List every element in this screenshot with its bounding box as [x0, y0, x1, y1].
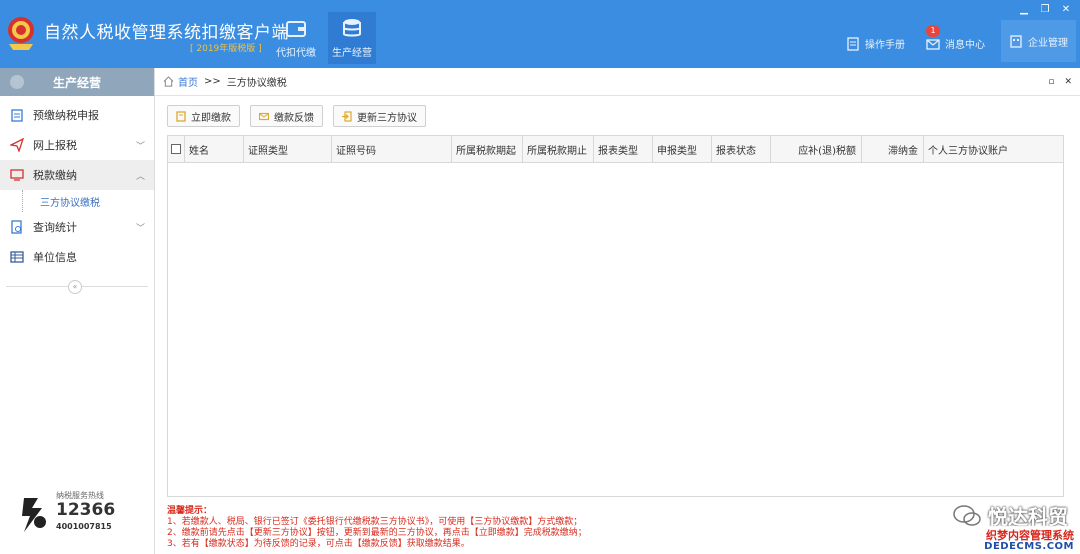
- sidebar-item-label: 预缴纳税申报: [33, 109, 99, 122]
- import-icon: [342, 110, 352, 122]
- service-hotline: 纳税服务热线 12366 4001007815: [18, 490, 138, 540]
- message-count-badge: 1: [926, 25, 940, 37]
- hotline-number-secondary: 4001007815: [56, 522, 112, 531]
- column-header[interactable]: 报表状态: [712, 136, 771, 162]
- sidebar-item-online-filing[interactable]: 网上报税 ﹀: [0, 130, 154, 160]
- enterprise-label: 企业管理: [1028, 37, 1068, 49]
- tab-production-label: 生产经营: [332, 48, 372, 59]
- sidebar-item-prepay-declare[interactable]: 预缴纳税申报: [0, 100, 154, 130]
- breadcrumb-current: 三方协议缴税: [226, 78, 287, 89]
- building-icon: [1010, 35, 1022, 48]
- tips-panel: 温馨提示： 1、若缴款人、税局、银行已签订《委托银行代缴税款三方协议书》，可使用…: [167, 506, 727, 550]
- column-header[interactable]: 个人三方协议账户: [924, 136, 1063, 162]
- column-header[interactable]: 滞纳金: [862, 136, 924, 162]
- payment-feedback-label: 缴款反馈: [274, 112, 314, 124]
- home-icon: [163, 76, 174, 87]
- wechat-icon: [953, 504, 981, 526]
- document-icon: [847, 36, 859, 51]
- close-icon[interactable]: ✕: [1060, 4, 1072, 15]
- panel-controls: ▫ ✕: [1048, 77, 1072, 87]
- mail-icon: [926, 38, 940, 50]
- main-content: 首页 >> 三方协议缴税 ▫ ✕ 立即缴款 缴款反馈 更新三方协议 姓名 证照类…: [155, 68, 1080, 554]
- site-watermark-domain: DEDECMS.COM: [984, 541, 1074, 552]
- breadcrumb-separator: >>: [204, 76, 221, 87]
- sidebar-divider: «: [6, 280, 148, 298]
- sidebar-item-label: 税款缴纳: [33, 169, 77, 182]
- sidebar-subitem-tripartite[interactable]: 三方协议缴税: [0, 190, 154, 212]
- enterprise-button[interactable]: 企业管理: [1001, 20, 1076, 62]
- column-header[interactable]: 证照号码: [332, 136, 452, 162]
- column-header[interactable]: 所属税款期起: [452, 136, 523, 162]
- tips-title: 温馨提示：: [167, 506, 213, 516]
- app-window: 自然人税收管理系统扣缴客户端 [ 2019年版税版 ] 代扣代缴 生产经营 ▁ …: [0, 0, 1080, 554]
- restore-icon[interactable]: ❐: [1039, 4, 1051, 15]
- breadcrumb: 首页 >> 三方协议缴税 ▫ ✕: [155, 68, 1080, 96]
- search-doc-icon: [11, 220, 22, 234]
- tab-withholding-label: 代扣代缴: [276, 48, 316, 59]
- shield-icon: [10, 75, 24, 89]
- messages-button[interactable]: 1 消息中心: [926, 25, 985, 51]
- manual-label: 操作手册: [865, 40, 905, 51]
- tips-line: 2、缴款前请先点击【更新三方协议】按钮，更新到最新的三方协议，再点击【立即缴款】…: [167, 528, 587, 538]
- sidebar-item-label: 网上报税: [33, 139, 77, 152]
- headset-icon: [22, 498, 46, 532]
- column-header[interactable]: 姓名: [185, 136, 244, 162]
- sidebar-item-label: 单位信息: [33, 251, 77, 264]
- tab-production[interactable]: 生产经营: [328, 12, 376, 64]
- chevron-down-icon: ﹀: [135, 142, 145, 152]
- app-version: [ 2019年版税版 ]: [190, 44, 262, 54]
- pay-now-button[interactable]: 立即缴款: [167, 105, 240, 127]
- payment-feedback-button[interactable]: 缴款反馈: [250, 105, 323, 127]
- table-icon: [10, 251, 24, 263]
- sidebar-header: 生产经营: [0, 68, 154, 96]
- top-header: 自然人税收管理系统扣缴客户端 [ 2019年版税版 ] 代扣代缴 生产经营 ▁ …: [0, 0, 1080, 68]
- messages-label: 消息中心: [945, 40, 985, 51]
- manual-button[interactable]: 操作手册: [846, 36, 905, 51]
- column-header[interactable]: 证照类型: [244, 136, 332, 162]
- payment-table: 姓名 证照类型 证照号码 所属税款期起 所属税款期止 报表类型 申报类型 报表状…: [167, 135, 1064, 497]
- wallet-icon: [286, 21, 306, 37]
- column-header[interactable]: 所属税款期止: [523, 136, 594, 162]
- window-controls: ▁ ❐ ✕: [1018, 4, 1072, 15]
- monitor-icon: [10, 169, 24, 181]
- sidebar-item-tax-payment[interactable]: 税款缴纳 ︿: [0, 160, 154, 190]
- tax-emblem-icon: [8, 17, 34, 50]
- close-panel-icon[interactable]: ✕: [1064, 77, 1072, 87]
- hotline-number: 12366: [56, 500, 116, 520]
- app-title: 自然人税收管理系统扣缴客户端: [44, 23, 289, 43]
- collapse-sidebar-button[interactable]: «: [68, 280, 82, 294]
- coins-icon: [343, 19, 361, 37]
- pay-now-label: 立即缴款: [191, 112, 231, 124]
- tips-line: 3、若有【缴款状态】为待反馈的记录，可点击【缴款反馈】获取缴款结果。: [167, 539, 470, 549]
- chevron-up-icon: ︿: [135, 172, 145, 182]
- sidebar-title: 生产经营: [52, 75, 101, 90]
- sidebar-subitem-label: 三方协议缴税: [40, 197, 100, 209]
- sidebar: 生产经营 预缴纳税申报 网上报税 ﹀ 税款缴纳 ︿ 三方协议缴税 查询统计 ﹀ …: [0, 68, 155, 554]
- sidebar-item-unit-info[interactable]: 单位信息: [0, 242, 154, 272]
- breadcrumb-home-link[interactable]: 首页: [178, 74, 198, 89]
- select-all-cell: [168, 136, 185, 162]
- update-agreement-label: 更新三方协议: [357, 112, 417, 124]
- toolbar: 立即缴款 缴款反馈 更新三方协议: [167, 105, 426, 127]
- select-all-checkbox[interactable]: [171, 144, 181, 154]
- tips-line: 1、若缴款人、税局、银行已签订《委托银行代缴税款三方协议书》，可使用【三方协议缴…: [167, 517, 583, 527]
- maximize-panel-icon[interactable]: ▫: [1048, 77, 1054, 87]
- sidebar-item-query-stats[interactable]: 查询统计 ﹀: [0, 212, 154, 242]
- receipt-icon: [176, 110, 186, 122]
- update-agreement-button[interactable]: 更新三方协议: [333, 105, 426, 127]
- send-icon: [10, 138, 24, 152]
- table-header: 姓名 证照类型 证照号码 所属税款期起 所属税款期止 报表类型 申报类型 报表状…: [168, 136, 1063, 163]
- column-header[interactable]: 申报类型: [653, 136, 712, 162]
- envelope-icon: [259, 112, 269, 120]
- column-header[interactable]: 报表类型: [594, 136, 653, 162]
- minimize-icon[interactable]: ▁: [1018, 4, 1030, 15]
- tab-withholding[interactable]: 代扣代缴: [272, 12, 320, 64]
- sidebar-item-label: 查询统计: [33, 221, 77, 234]
- clipboard-icon: [11, 109, 23, 122]
- chevron-down-icon: ﹀: [135, 224, 145, 234]
- site-watermark: 织梦内容管理系统 DEDECMS.COM: [968, 526, 1080, 554]
- column-header[interactable]: 应补(退)税额: [771, 136, 862, 162]
